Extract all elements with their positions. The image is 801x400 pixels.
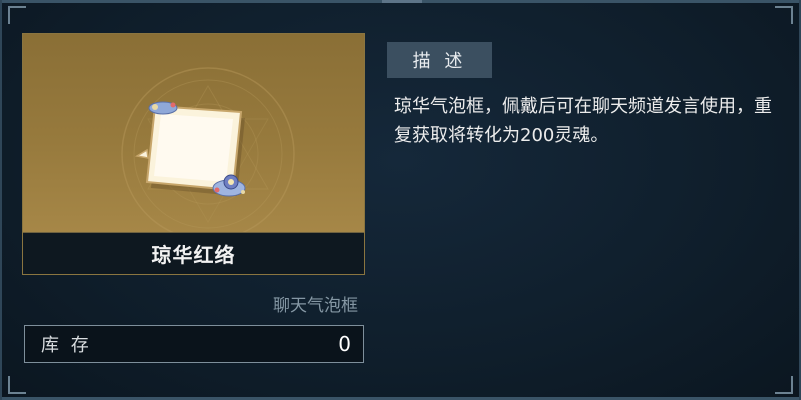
stock-box: 库 存 0 bbox=[24, 325, 364, 363]
corner-ornament bbox=[775, 376, 793, 394]
chat-bubble-frame-icon bbox=[134, 101, 246, 197]
item-category-label: 聊天气泡框 bbox=[273, 296, 358, 316]
item-card: 琼华红络 bbox=[22, 33, 365, 275]
item-name: 琼华红络 bbox=[23, 232, 364, 274]
tab-description[interactable]: 描 述 bbox=[387, 42, 492, 78]
panel-top-notch bbox=[382, 0, 422, 3]
item-detail-panel: 琼华红络 聊天气泡框 库 存 0 描 述 琼华气泡框，佩戴后可在聊天频道发言使用… bbox=[0, 0, 801, 400]
corner-ornament bbox=[775, 6, 793, 24]
stock-label: 库 存 bbox=[41, 335, 92, 356]
description-text: 琼华气泡框，佩戴后可在聊天频道发言使用，重复获取将转化为200灵魂。 bbox=[394, 96, 772, 146]
stock-value: 0 bbox=[338, 332, 351, 356]
corner-ornament bbox=[8, 6, 26, 24]
corner-ornament bbox=[8, 376, 26, 394]
